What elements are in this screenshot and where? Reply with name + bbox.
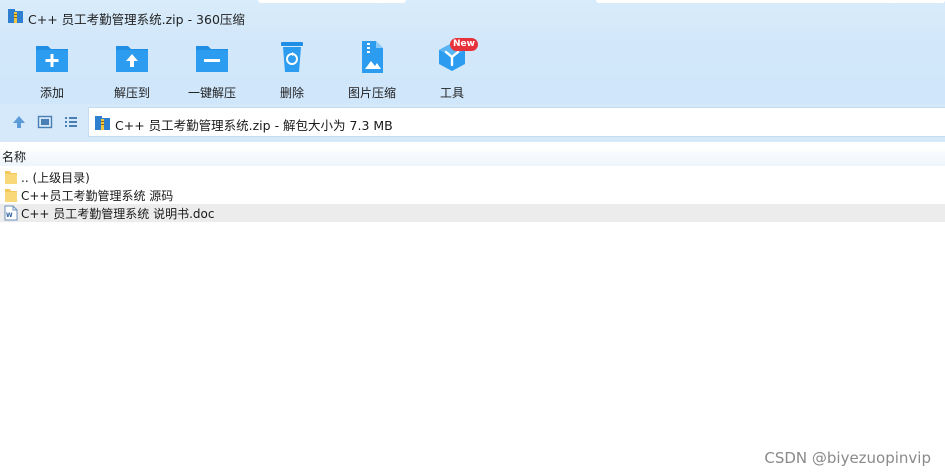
add-folder-icon: [36, 46, 68, 72]
add-label: 添加: [39, 86, 64, 100]
list-item[interactable]: .. (上级目录): [0, 168, 945, 186]
folder-icon: [5, 189, 17, 202]
list-item-name: C++ 员工考勤管理系统 说明书.doc: [21, 207, 215, 221]
one-click-extract-button[interactable]: 一键解压: [172, 40, 252, 100]
watermark: CSDN @biyezuopinvip: [764, 449, 931, 467]
delete-icon: [281, 42, 303, 72]
tools-label: 工具: [439, 86, 464, 100]
path-field[interactable]: C++ 员工考勤管理系统.zip - 解包大小为 7.3 MB: [88, 107, 945, 137]
list-item[interactable]: W C++ 员工考勤管理系统 说明书.doc: [0, 204, 945, 222]
add-button[interactable]: 添加: [12, 40, 92, 100]
window-title: C++ 员工考勤管理系统.zip - 360压缩: [28, 12, 245, 27]
svg-text:W: W: [6, 212, 13, 219]
zip-archive-icon: [95, 116, 110, 130]
title-bar-decoration: [258, 0, 406, 3]
extract-to-label: 解压到: [113, 86, 150, 100]
address-bar: C++ 员工考勤管理系统.zip - 解包大小为 7.3 MB: [0, 104, 945, 142]
image-compress-label: 图片压缩: [347, 86, 396, 100]
word-doc-icon: W: [4, 205, 18, 221]
folder-icon: [5, 171, 17, 184]
archive-path: C++ 员工考勤管理系统.zip - 解包大小为 7.3 MB: [115, 118, 393, 133]
one-click-extract-icon: [196, 46, 228, 72]
list-item-name: C++员工考勤管理系统 源码: [21, 189, 174, 203]
one-click-extract-label: 一键解压: [187, 86, 236, 100]
title-bar-decoration: [596, 0, 945, 3]
image-compress-icon: [362, 41, 383, 73]
thumbnail-view-icon[interactable]: [37, 114, 53, 130]
extract-to-button[interactable]: 解压到: [92, 40, 172, 100]
list-item-name: .. (上级目录): [21, 171, 90, 185]
zip-archive-icon: [8, 9, 23, 23]
up-arrow-icon[interactable]: [11, 114, 27, 130]
image-compress-button[interactable]: 图片压缩: [332, 40, 412, 100]
toolbar: 添加 解压到 一键解压 删除 图片压缩 New 工具: [0, 34, 945, 104]
title-bar: C++ 员工考勤管理系统.zip - 360压缩: [0, 0, 945, 34]
column-header[interactable]: 名称: [0, 146, 945, 166]
extract-to-icon: [116, 46, 148, 72]
list-item[interactable]: C++员工考勤管理系统 源码: [0, 186, 945, 204]
tools-button[interactable]: New 工具: [412, 38, 492, 100]
new-badge: New: [450, 38, 478, 51]
list-view-icon[interactable]: [63, 114, 79, 130]
delete-button[interactable]: 删除: [252, 40, 332, 100]
delete-label: 删除: [279, 86, 304, 100]
name-column-header[interactable]: 名称: [2, 148, 26, 165]
